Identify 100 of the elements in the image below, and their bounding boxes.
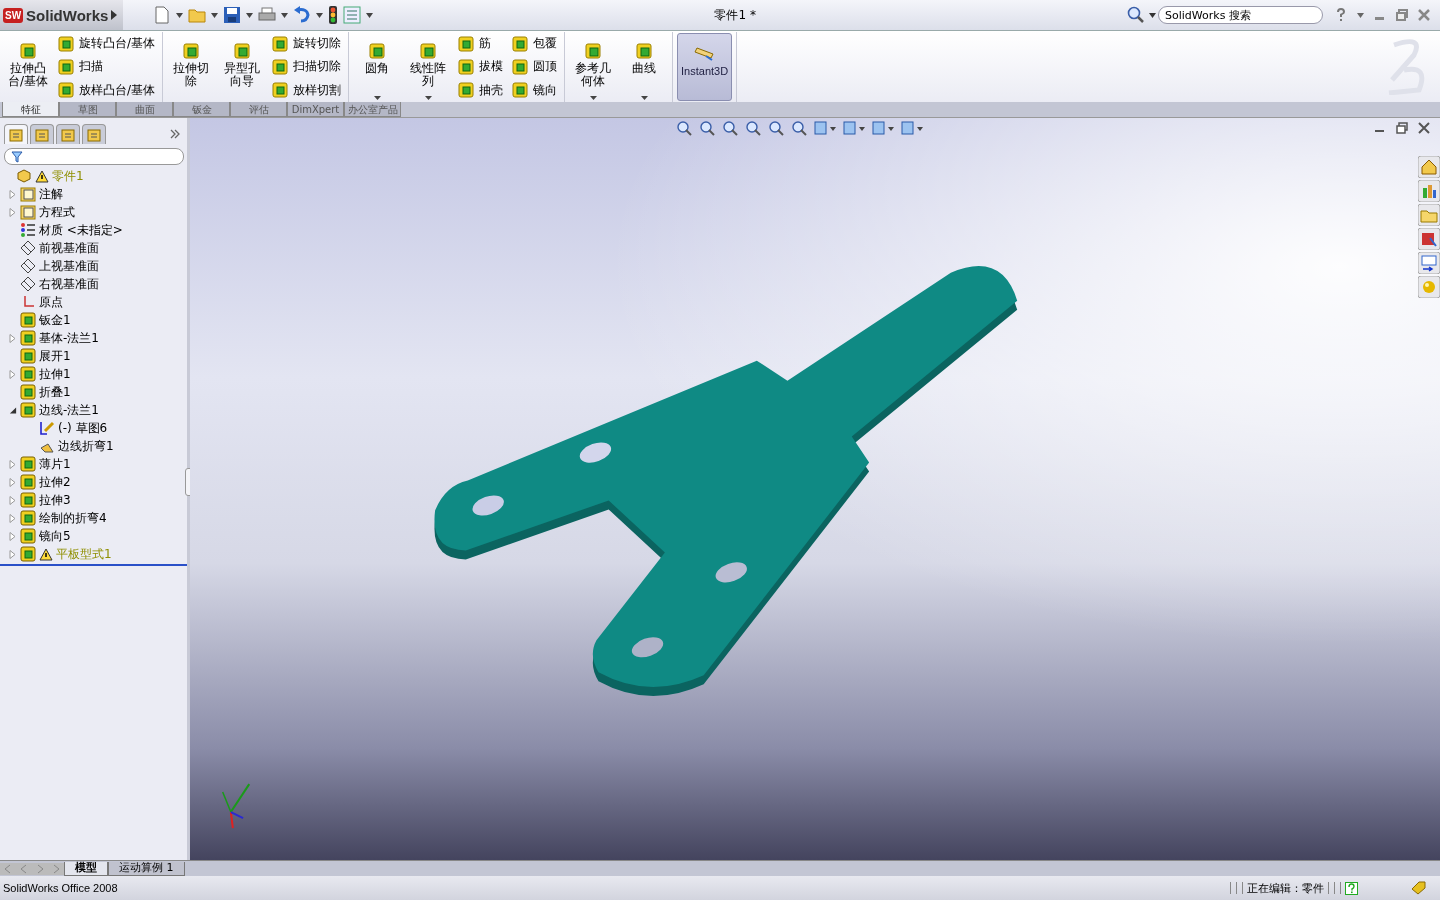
ribbon-command-button[interactable]: 拉伸凸台/基体 xyxy=(4,32,52,102)
ribbon-tab[interactable]: 钣金 xyxy=(173,102,230,117)
library-icon[interactable] xyxy=(1418,180,1440,202)
tree-item[interactable]: 展开1 xyxy=(39,347,71,365)
sheet-metal-part-drawing[interactable] xyxy=(434,266,1018,696)
feature-icon xyxy=(458,82,475,99)
traffic-light-icon[interactable] xyxy=(328,6,339,24)
feature-icon xyxy=(458,59,475,75)
view-tool-icon[interactable] xyxy=(790,119,808,137)
caret-icon[interactable] xyxy=(366,12,374,18)
printer-icon[interactable] xyxy=(258,6,277,24)
tag-icon[interactable] xyxy=(1411,881,1427,895)
display-style-icon[interactable] xyxy=(900,119,924,137)
ribbon-command-button[interactable]: 扫描切除 xyxy=(269,57,345,77)
tree-item[interactable]: 基体-法兰1 xyxy=(39,329,99,347)
caret-icon[interactable] xyxy=(1149,12,1156,18)
tree-item[interactable]: 折叠1 xyxy=(39,383,71,401)
view-tool-icon[interactable] xyxy=(721,119,739,137)
app-logo[interactable]: SW SolidWorks xyxy=(0,0,124,30)
collapse-arrow-icon[interactable] xyxy=(9,405,17,415)
close-icon[interactable] xyxy=(1418,122,1430,134)
help-icon[interactable] xyxy=(1345,881,1358,895)
undo-icon[interactable] xyxy=(293,6,312,24)
ribbon-command-button[interactable]: 圆角 xyxy=(353,32,402,102)
ribbon-command-button[interactable]: 异型孔向导 xyxy=(218,32,267,102)
plane-icon xyxy=(20,276,36,292)
ribbon-command-button[interactable]: 抽壳 xyxy=(455,80,507,100)
tree-item[interactable]: 边线折弯1 xyxy=(58,437,114,455)
ribbon-command-button[interactable]: 放样凸台/基体 xyxy=(55,80,159,100)
tree-item[interactable]: 拉伸1 xyxy=(39,365,71,383)
tree-item[interactable]: 前视基准面 xyxy=(39,239,99,257)
ribbon-command-button[interactable]: 扫描 xyxy=(55,57,159,77)
caret-icon[interactable] xyxy=(1357,12,1364,18)
save-icon[interactable] xyxy=(223,6,242,24)
feature-icon xyxy=(512,35,529,52)
manager-tab[interactable] xyxy=(4,124,28,144)
properties-icon[interactable] xyxy=(1418,252,1440,274)
caret-icon[interactable] xyxy=(176,12,184,18)
tree-item[interactable]: (-) 草图6 xyxy=(58,419,108,437)
view-tool-icon[interactable] xyxy=(675,119,693,137)
ribbon-command-button[interactable]: 包覆 xyxy=(509,34,561,54)
ribbon-tab[interactable]: 特征 xyxy=(2,102,59,117)
ribbon-command-button[interactable]: 旋转切除 xyxy=(269,34,345,54)
tree-item[interactable]: 右视基准面 xyxy=(39,275,99,293)
caret-icon[interactable] xyxy=(211,12,219,18)
tree-item[interactable]: 原点 xyxy=(39,293,63,311)
tree-item[interactable]: 拉伸3 xyxy=(39,491,71,509)
expand-arrow-icon[interactable] xyxy=(111,10,118,20)
caret-icon[interactable] xyxy=(316,12,324,18)
search-field[interactable]: SolidWorks 搜索 xyxy=(1158,6,1323,24)
ribbon-command-button[interactable]: 线性阵列 xyxy=(404,32,453,102)
tree-item[interactable]: 注解 xyxy=(39,185,63,203)
help-icon[interactable] xyxy=(1335,8,1347,22)
tree-item[interactable]: 材质 <未指定> xyxy=(39,221,123,239)
filter-field[interactable] xyxy=(4,148,184,165)
display-style-icon[interactable] xyxy=(871,119,895,137)
tree-item[interactable]: 上视基准面 xyxy=(39,257,99,275)
display-style-icon[interactable] xyxy=(842,119,866,137)
ribbon-command-button[interactable]: 筋 xyxy=(455,34,507,54)
folder-icon xyxy=(20,204,36,220)
display-style-icon[interactable] xyxy=(813,119,837,137)
ribbon-command-button[interactable]: 拔模 xyxy=(455,57,507,77)
close-icon[interactable] xyxy=(1418,9,1430,21)
restore-icon[interactable] xyxy=(1396,122,1408,134)
feature-icon xyxy=(58,82,74,99)
view-tool-icon[interactable] xyxy=(744,119,762,137)
tree-item[interactable]: 薄片1 xyxy=(39,455,71,473)
ribbon-command-button[interactable]: 镜向 xyxy=(509,80,561,100)
feature-icon xyxy=(20,384,36,400)
view-tool-icon[interactable] xyxy=(698,119,716,137)
view-tool-icon[interactable] xyxy=(767,119,785,137)
ribbon-tab[interactable]: 草图 xyxy=(59,102,116,117)
ribbon-command-button[interactable]: 圆顶 xyxy=(509,57,561,77)
restore-icon[interactable] xyxy=(1396,9,1408,21)
ribbon-command-button[interactable]: 放样切割 xyxy=(269,80,345,100)
graphics-viewport[interactable] xyxy=(190,118,1440,860)
tree-item[interactable]: 拉伸2 xyxy=(39,473,71,491)
ribbon-tab[interactable]: 评估 xyxy=(230,102,287,117)
feature-icon xyxy=(272,59,289,75)
tree-item[interactable]: 钣金1 xyxy=(39,311,71,329)
instant3d-toggle-button[interactable]: Instant3D xyxy=(677,33,733,101)
tree-item[interactable]: 绘制的折弯4 xyxy=(39,509,107,527)
caret-icon[interactable] xyxy=(246,12,254,18)
ribbon-command-button[interactable]: 拉伸切除 xyxy=(167,32,216,102)
tree-item[interactable]: 方程式 xyxy=(39,203,75,221)
tree-item[interactable]: 镜向5 xyxy=(39,527,71,545)
ribbon-tab[interactable]: 办公室产品 xyxy=(344,102,401,117)
ribbon-command-button[interactable]: 旋转凸台/基体 xyxy=(55,34,159,54)
caret-icon[interactable] xyxy=(281,12,289,18)
ribbon-command-button[interactable]: 参考几何体 xyxy=(569,32,618,102)
ribbon-tab[interactable]: DimXpert xyxy=(287,102,344,117)
tree-item[interactable]: 边线-法兰1 xyxy=(39,401,99,419)
home-icon[interactable] xyxy=(1418,156,1440,178)
chevron-icon[interactable] xyxy=(170,129,180,139)
document-tab[interactable]: 运动算例 1 xyxy=(108,861,185,876)
logo-text: SolidWorks xyxy=(26,6,109,24)
document-tab[interactable]: 模型 xyxy=(64,861,108,876)
appearance-icon[interactable] xyxy=(1418,228,1440,250)
ribbon-command-button[interactable]: 曲线 xyxy=(620,32,669,102)
ribbon-tab[interactable]: 曲面 xyxy=(116,102,173,117)
